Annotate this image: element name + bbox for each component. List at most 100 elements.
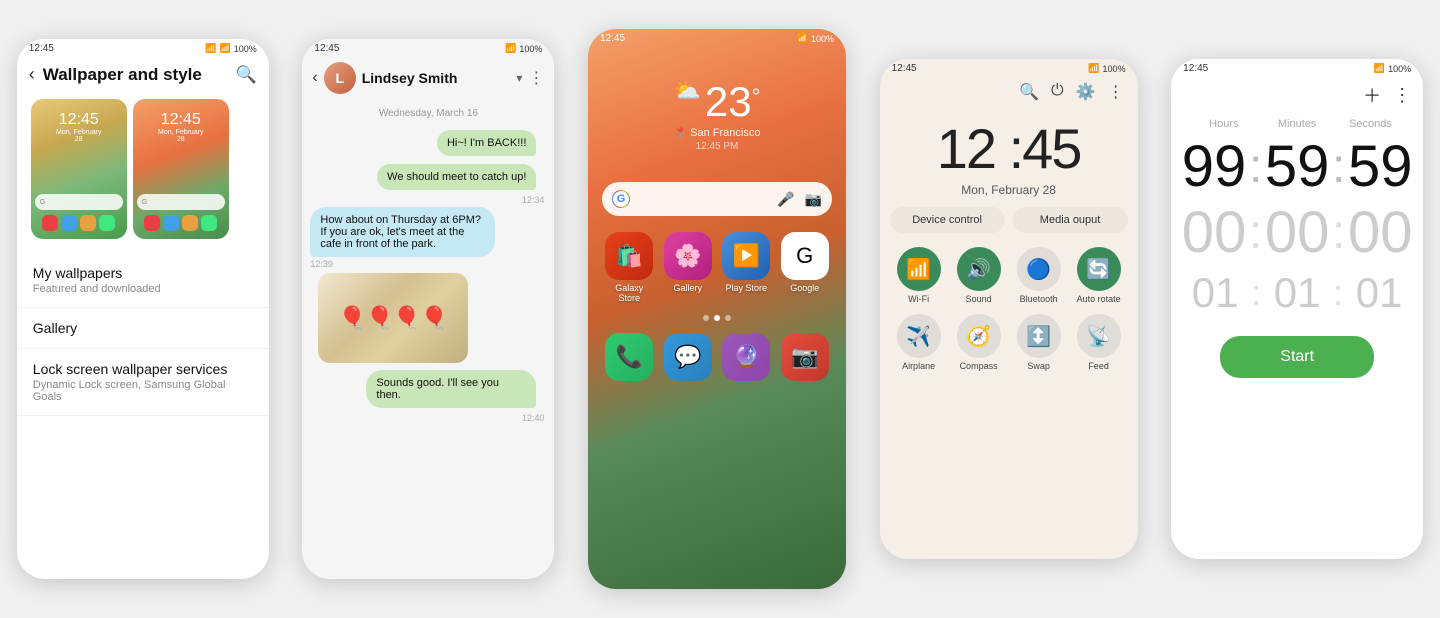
search-mic-icon[interactable]: 🎤 <box>777 191 794 208</box>
seconds-label: Seconds <box>1334 118 1407 130</box>
qs-bt-label: Bluetooth <box>1020 294 1058 304</box>
dot-2 <box>714 315 720 321</box>
start-button[interactable]: Start <box>1220 336 1374 378</box>
google-logo: G <box>612 190 630 208</box>
qs-tile-bluetooth[interactable]: 🔵 Bluetooth <box>1014 247 1064 304</box>
status-bar-4: 12:45 📶 100% <box>880 59 1138 78</box>
qs-tile-swap[interactable]: ↕️ Swap <box>1014 314 1064 371</box>
qs-bt-icon: 🔵 <box>1017 247 1061 291</box>
app-label-play-store: Play Store <box>725 283 767 293</box>
qs-rotate-icon: 🔄 <box>1077 247 1121 291</box>
timer-minutes-3: 01 <box>1263 272 1331 314</box>
message-header: ‹ L Lindsey Smith ▾ ⋮ <box>302 58 554 102</box>
wallpaper-header: ‹ Wallpaper and style 🔍 <box>17 58 269 93</box>
time-4: 12:45 <box>892 63 917 74</box>
screen3-home: 12:45 📶 100% ⛅ 23° 📍San Francisco 12:45 … <box>588 29 846 589</box>
battery-3: 100% <box>811 34 834 44</box>
wallpaper-thumb-1[interactable]: 12:45 Mon, February 28 G <box>31 99 127 239</box>
wallpaper-thumb-2[interactable]: 12:45 Mon, February 28 G <box>133 99 229 239</box>
app-label-google: Google <box>790 283 819 293</box>
qs-grid: 📶 Wi-Fi 🔊 Sound 🔵 Bluetooth 🔄 Auto rotat… <box>880 239 1138 379</box>
wifi-icon-4: 📶 <box>1088 63 1099 74</box>
back-button[interactable]: ‹ <box>29 64 35 85</box>
app-camera[interactable]: 📷 <box>779 333 830 381</box>
timer-add-icon[interactable]: ＋ <box>1363 82 1381 108</box>
qs-power-icon[interactable]: ⏻ <box>1051 82 1064 102</box>
qs-tab-media[interactable]: Media ouput <box>1013 207 1128 233</box>
search-cam-icon[interactable]: 📷 <box>805 191 822 208</box>
qs-wifi-label: Wi-Fi <box>908 294 929 304</box>
qs-swap-icon: ↕️ <box>1017 314 1061 358</box>
qs-tile-autorotate[interactable]: 🔄 Auto rotate <box>1074 247 1124 304</box>
msg-dropdown-icon[interactable]: ▾ <box>516 71 522 85</box>
message-date: Wednesday, March 16 <box>302 102 554 125</box>
time-3: 12:45 <box>600 33 625 44</box>
status-bar-5: 12:45 📶 100% <box>1171 59 1423 78</box>
time-5: 12:45 <box>1183 63 1208 74</box>
msg-time-1: 12:34 <box>312 195 544 205</box>
screen2-messages: 12:45 📶 100% ‹ L Lindsey Smith ▾ ⋮ Wedne… <box>302 39 554 579</box>
qs-tile-compass[interactable]: 🧭 Compass <box>954 314 1004 371</box>
qs-tile-feed[interactable]: 📡 Feed <box>1074 314 1124 371</box>
play-store-icon: ▶️ <box>722 232 770 280</box>
msg-bubble-3: How about on Thursday at 6PM? If you are… <box>310 207 546 257</box>
battery-1: 100% <box>234 44 257 54</box>
page-title: Wallpaper and style <box>43 65 228 85</box>
weather-location: 📍San Francisco <box>588 126 846 139</box>
message-image: 🎈🎈🎈🎈 <box>318 273 468 363</box>
hours-label: Hours <box>1187 118 1260 130</box>
msg-text-1: Hi~! I'm BACK!!! <box>437 130 536 156</box>
timer-colon-3: : <box>1247 209 1264 257</box>
qs-settings-icon[interactable]: ⚙️ <box>1076 82 1096 102</box>
screen5-timer: 12:45 📶 100% ＋ ⋮ Hours Minutes Seconds 9… <box>1171 59 1423 559</box>
list-item-lock-screen[interactable]: Lock screen wallpaper services Dynamic L… <box>17 349 269 416</box>
app-gallery[interactable]: 🌸 Gallery <box>662 232 713 303</box>
qs-airplane-icon: ✈️ <box>897 314 941 358</box>
status-icons-5: 📶 100% <box>1374 63 1411 74</box>
qs-panel-tabs: Device control Media ouput <box>880 201 1138 239</box>
qs-tile-wifi[interactable]: 📶 Wi-Fi <box>894 247 944 304</box>
timer-seconds-3: 01 <box>1345 272 1413 314</box>
qs-more-icon[interactable]: ⋮ <box>1108 82 1124 102</box>
timer-display-primary: 99 : 59 : 59 <box>1171 130 1423 204</box>
msg-back-button[interactable]: ‹ <box>312 69 317 87</box>
msg-bubble-1: Hi~! I'm BACK!!! <box>310 127 546 159</box>
qs-action-row: 🔍 ⏻ ⚙️ ⋮ <box>880 78 1138 106</box>
thumb-icons-2: G <box>137 194 225 231</box>
msg-bubble-2: We should meet to catch up! <box>310 161 546 193</box>
app-phone[interactable]: 📞 <box>604 333 655 381</box>
weather-temp: 23° <box>705 78 761 126</box>
status-icons-3: 📶 100% <box>797 33 834 44</box>
qs-tile-airplane[interactable]: ✈️ Airplane <box>894 314 944 371</box>
timer-more-icon[interactable]: ⋮ <box>1393 85 1411 106</box>
msg-more-button[interactable]: ⋮ <box>528 68 544 88</box>
qs-tile-sound[interactable]: 🔊 Sound <box>954 247 1004 304</box>
dot-3 <box>725 315 731 321</box>
list-item-gallery[interactable]: Gallery <box>17 308 269 349</box>
battery-2: 100% <box>519 44 542 54</box>
app-play-store[interactable]: ▶️ Play Store <box>721 232 772 303</box>
timer-colon-1: : <box>1247 143 1264 191</box>
app-google[interactable]: G Google <box>779 232 830 303</box>
search-button[interactable]: 🔍 <box>236 65 257 85</box>
qs-search-icon[interactable]: 🔍 <box>1019 82 1039 102</box>
page-dots <box>588 309 846 327</box>
app-label-gallery: Gallery <box>673 283 702 293</box>
google-icon: G <box>781 232 829 280</box>
wallpaper-list: My wallpapers Featured and downloaded Ga… <box>17 249 269 420</box>
search-bar[interactable]: G 🎤 📷 <box>602 182 832 216</box>
app-messages[interactable]: 💬 <box>662 333 713 381</box>
qs-compass-label: Compass <box>960 361 998 371</box>
screen1-wallpaper: 12:45 📶 📶 100% ‹ Wallpaper and style 🔍 1… <box>17 39 269 579</box>
app-pass[interactable]: 🔮 <box>721 333 772 381</box>
timer-seconds-2: 00 <box>1347 204 1413 262</box>
status-icons-4: 📶 100% <box>1088 63 1125 74</box>
minutes-label: Minutes <box>1261 118 1334 130</box>
signal-icon: 📶 <box>220 43 231 54</box>
wifi-icon-3: 📶 <box>797 33 808 44</box>
weather-time: 12:45 PM <box>588 141 846 152</box>
qs-tab-device[interactable]: Device control <box>890 207 1005 233</box>
qs-feed-label: Feed <box>1088 361 1109 371</box>
app-galaxy-store[interactable]: 🛍️ Galaxy Store <box>604 232 655 303</box>
list-item-my-wallpapers[interactable]: My wallpapers Featured and downloaded <box>17 253 269 308</box>
